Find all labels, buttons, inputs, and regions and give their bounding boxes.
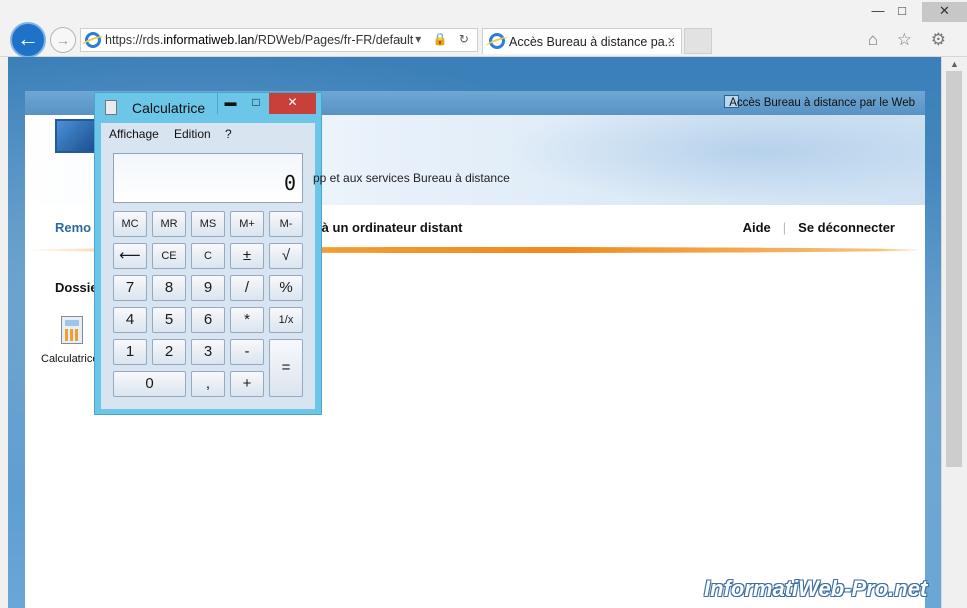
folder-title: Dossie (55, 280, 98, 295)
nav-remoteapp-link[interactable]: Remo (55, 220, 91, 235)
key-m-plus-button[interactable]: M+ (230, 211, 264, 237)
calculator-close-button[interactable]: ✕ (269, 93, 316, 114)
key-backspace-button[interactable]: ⟵ (113, 243, 147, 269)
key-6-button[interactable]: 6 (191, 307, 225, 333)
calculator-title-icon (105, 100, 117, 115)
tab-close-icon[interactable]: × (667, 33, 675, 48)
watermark: InformatiWeb-Pro.net (704, 576, 928, 601)
key-decimal-button[interactable]: , (191, 371, 225, 397)
calculator-minimize-button[interactable]: ▬ (217, 93, 243, 114)
rdweb-header-label: Accès Bureau à distance par le Web (729, 97, 915, 109)
key-7-button[interactable]: 7 (113, 275, 147, 301)
tab-ie-icon (489, 33, 505, 49)
key-divide-button[interactable]: / (230, 275, 264, 301)
address-actions-icon[interactable]: ⌕ ▾ 🔒 ↻ (397, 32, 473, 47)
help-link[interactable]: Aide (743, 220, 771, 235)
url-domain: informatiweb.lan (163, 33, 255, 47)
logout-link[interactable]: Se déconnecter (798, 220, 895, 235)
calculator-menu-bar: Affichage Edition ? (101, 123, 315, 145)
display-value: 0 (283, 171, 296, 195)
nav-connect-remote-link[interactable]: r à un ordinateur distant (313, 220, 463, 235)
calculator-app-icon[interactable] (61, 316, 83, 344)
url-text[interactable]: https://rds.informatiweb.lan/RDWeb/Pages… (105, 33, 413, 47)
key-ce-button[interactable]: CE (152, 243, 186, 269)
calculator-app-label[interactable]: Calculatrice (41, 353, 98, 365)
key-negate-button[interactable]: ± (230, 243, 264, 269)
key-percent-button[interactable]: % (269, 275, 303, 301)
calculator-window[interactable]: Calculatrice ▬ □ ✕ Affichage Edition ? 0… (94, 92, 322, 415)
key-mr-button[interactable]: MR (152, 211, 186, 237)
key-subtract-button[interactable]: - (230, 339, 264, 365)
calculator-body: Affichage Edition ? 0 MC MR MS M+ M- ⟵ CE C ± √ 7 8… (101, 123, 315, 409)
key-5-button[interactable]: 5 (152, 307, 186, 333)
browser-chrome: — □ ✕ ← → https://rds.informatiweb.lan/R… (0, 0, 967, 58)
url-path: /RDWeb/Pages/fr-FR/default (254, 33, 414, 47)
key-2-button[interactable]: 2 (152, 339, 186, 365)
rdweb-subtitle: pp et aux services Bureau à distance (313, 171, 510, 185)
key-mc-button[interactable]: MC (113, 211, 147, 237)
tab-title: Accès Bureau à distance pa... (509, 35, 676, 49)
key-4-button[interactable]: 4 (113, 307, 147, 333)
key-3-button[interactable]: 3 (191, 339, 225, 365)
key-1-button[interactable]: 1 (113, 339, 147, 365)
url-prefix: https://rds. (105, 33, 164, 47)
toolbar-icons[interactable]: ⌂ ☆ ⚙ (868, 30, 953, 50)
back-button[interactable]: ← (10, 22, 46, 58)
key-0-button[interactable]: 0 (113, 371, 186, 397)
scroll-up-icon[interactable]: ▲ (950, 59, 959, 69)
browser-tab[interactable]: Accès Bureau à distance pa... × (482, 28, 682, 54)
calculator-display: 0 (113, 153, 303, 203)
key-add-button[interactable]: + (230, 371, 264, 397)
window-close-button[interactable]: ✕ (922, 2, 967, 22)
window-maximize-button[interactable]: □ (886, 2, 918, 22)
calculator-title: Calculatrice (132, 100, 206, 116)
key-clear-button[interactable]: C (191, 243, 225, 269)
vertical-scrollbar[interactable]: ▲ (941, 57, 967, 608)
menu-edition[interactable]: Edition (174, 127, 211, 141)
rdweb-logo-icon (55, 119, 97, 153)
key-9-button[interactable]: 9 (191, 275, 225, 301)
menu-help[interactable]: ? (225, 127, 232, 141)
menu-affichage[interactable]: Affichage (109, 127, 159, 141)
key-reciprocal-button[interactable]: 1/x (269, 307, 303, 333)
calculator-maximize-button[interactable]: □ (243, 93, 269, 114)
key-sqrt-button[interactable]: √ (269, 243, 303, 269)
key-ms-button[interactable]: MS (191, 211, 225, 237)
key-m-minus-button[interactable]: M- (269, 211, 303, 237)
key-8-button[interactable]: 8 (152, 275, 186, 301)
ie-icon (85, 32, 101, 48)
scroll-thumb[interactable] (946, 71, 962, 467)
nav-separator: | (782, 220, 787, 235)
forward-button[interactable]: → (50, 27, 76, 53)
key-multiply-button[interactable]: * (230, 307, 264, 333)
address-bar[interactable]: https://rds.informatiweb.lan/RDWeb/Pages… (80, 28, 478, 52)
rdweb-nav-right: Aide | Se déconnecter (743, 220, 895, 235)
key-=-button[interactable]: = (269, 339, 303, 397)
new-tab-button[interactable] (684, 28, 712, 54)
